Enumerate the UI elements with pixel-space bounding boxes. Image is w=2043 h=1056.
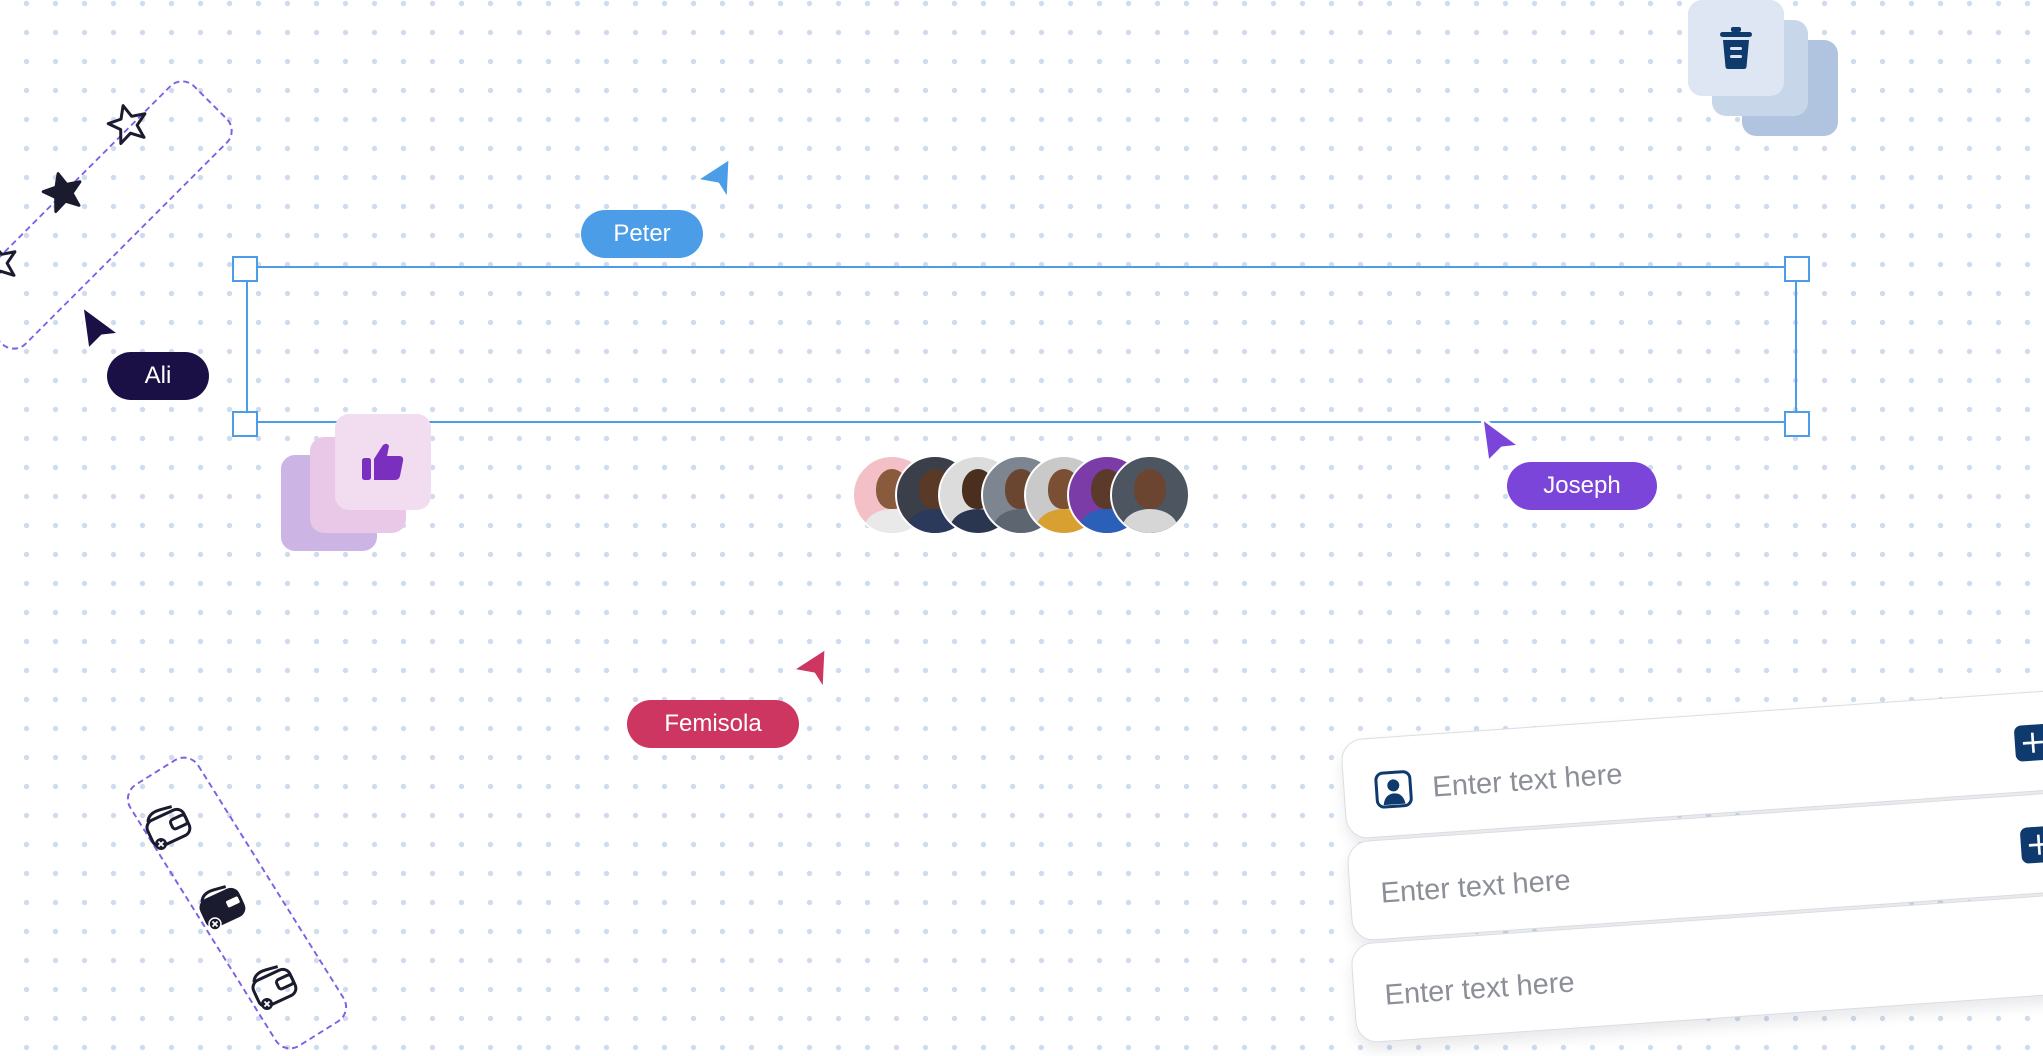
wallet-remove-icon[interactable] [142,802,194,852]
wallet-remove-icon[interactable] [196,882,248,932]
resize-handle-bottom-left[interactable] [232,411,258,437]
star-outline-icon[interactable] [0,238,22,286]
star-outline-icon[interactable] [104,100,152,148]
avatar[interactable] [1110,455,1190,535]
femisola-cursor-icon [790,646,828,692]
trash-card[interactable] [1688,0,1784,96]
femisola-name-tag: Femisola [627,700,799,748]
peter-name-tag: Peter [581,210,703,258]
text-input[interactable] [1377,834,1904,917]
ali-name-tag: Ali [107,352,209,400]
resize-handle-bottom-right[interactable] [1784,411,1810,437]
ali-cursor-icon [80,304,122,352]
user-square-icon [1374,770,1413,809]
peter-cursor-icon [694,156,732,202]
selection-box[interactable] [246,266,1797,423]
add-button[interactable]: + [2013,722,2043,762]
wallet-remove-icon[interactable] [248,962,300,1012]
joseph-cursor-icon [1480,416,1522,464]
thumbs-up-icon [362,443,404,480]
star-filled-icon[interactable] [39,168,87,216]
add-button[interactable]: + [2019,824,2043,864]
text-input[interactable] [1381,936,1908,1019]
joseph-name-tag: Joseph [1507,462,1657,510]
text-input[interactable] [1428,729,1935,811]
resize-handle-top-right[interactable] [1784,256,1810,282]
like-card[interactable] [335,414,431,510]
trash-icon [1720,27,1752,69]
resize-handle-top-left[interactable] [232,256,258,282]
